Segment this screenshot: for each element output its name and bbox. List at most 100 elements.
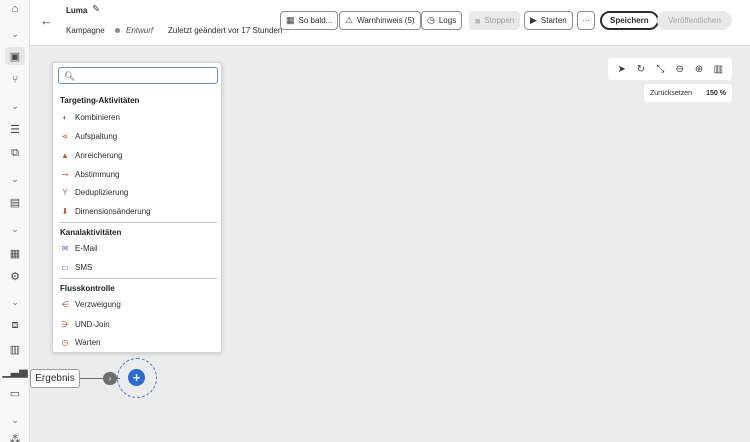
schedule-button[interactable]: ▦ So bald...	[280, 11, 339, 30]
split-icon: ⋖	[61, 131, 69, 141]
settings-icon[interactable]: ⚙	[5, 267, 25, 285]
section-divider	[58, 222, 218, 223]
publish-button[interactable]: Veröffentlichen	[657, 11, 732, 30]
zoom-control: Zurücksetzen 150 %	[644, 84, 732, 102]
section-title-flow-control: Flusskontrolle	[60, 284, 115, 293]
channels-icon[interactable]: ▭	[5, 384, 25, 402]
chevron-down-icon[interactable]: ⌄	[5, 293, 25, 311]
home-icon[interactable]: ⌂	[5, 0, 25, 18]
activity-label: Aufspaltung	[75, 131, 118, 141]
activity-label: Verzweigung	[75, 299, 121, 309]
activity-label: Dimensionsänderung	[75, 206, 151, 216]
content-icon[interactable]: ☰	[5, 120, 25, 138]
section-title-channels: Kanalaktivitäten	[60, 228, 122, 237]
chevron-down-icon[interactable]: ⌄	[5, 25, 25, 43]
combine-icon: ◐	[62, 112, 68, 122]
last-modified-label: Zuletzt geändert vor 17 Stunden	[168, 26, 283, 35]
activity-label: Kombinieren	[75, 112, 120, 122]
select-pointer-icon[interactable]: ➤	[613, 64, 631, 75]
publish-button-label: Veröffentlichen	[668, 16, 721, 25]
activity-search[interactable]: 🔍︎	[58, 67, 218, 84]
and-join-icon: ⋺	[61, 319, 69, 329]
save-button[interactable]: Speichern	[600, 11, 659, 30]
canvas-toolbar: ➤ ↻ ⤡ ⊖ ⊕ ▥	[608, 58, 732, 80]
search-input[interactable]	[77, 69, 213, 82]
fork-icon: ⋲	[61, 299, 69, 309]
activity-dimension-change[interactable]: ⬇ Dimensionsänderung	[60, 204, 151, 218]
activity-label: Deduplizierung	[75, 187, 129, 197]
section-title-targeting: Targeting-Aktivitäten	[60, 96, 140, 105]
admin-icon[interactable]: ⁂	[5, 430, 25, 442]
sms-icon: ▭	[61, 262, 69, 272]
pencil-icon[interactable]: ✎	[92, 4, 100, 15]
chevron-down-icon[interactable]: ⌄	[5, 411, 25, 429]
activity-label: Anreicherung	[75, 150, 123, 160]
activity-wait[interactable]: ◷ Warten	[60, 335, 101, 349]
wait-icon: ◷	[61, 337, 69, 347]
activity-deduplication[interactable]: Y Deduplizierung	[60, 185, 128, 199]
assets-icon[interactable]: ⧉	[5, 144, 25, 162]
activity-split[interactable]: ⋖ Aufspaltung	[60, 129, 118, 143]
schemas-icon[interactable]: ▦	[5, 244, 25, 262]
warnings-button[interactable]: ⚠ Warnhinweis (5)	[339, 11, 421, 30]
chevron-down-icon[interactable]: ⌄	[5, 170, 25, 188]
data-icon[interactable]: ⧈	[5, 316, 25, 334]
section-divider	[58, 278, 218, 279]
alert-icon: ⚠	[345, 15, 354, 25]
left-nav-rail: ⌂ ⌄ ▣ ⑂ ⌄ ☰ ⧉ ⌄ ▤ ⌄ ▦ ⚙ ⌄ ⧈ ▥ ▁▃▅ ▭ ⌄ ⁂	[0, 0, 30, 442]
back-arrow-icon[interactable]: ←	[40, 13, 53, 28]
chevron-down-icon[interactable]: ⌄	[5, 220, 25, 238]
analytics-icon[interactable]: ▁▃▅	[2, 362, 27, 380]
object-type-label: Kampagne	[66, 26, 105, 35]
reconciliation-icon: ⊸	[61, 169, 69, 179]
activity-reconciliation[interactable]: ⊸ Abstimmung	[60, 167, 120, 181]
activity-email[interactable]: ✉ E-Mail	[60, 241, 98, 255]
more-icon: ···	[582, 16, 590, 25]
activity-label: SMS	[75, 262, 93, 272]
profiles-icon[interactable]: ▤	[5, 193, 25, 211]
activity-and-join[interactable]: ⋺ UND-Join	[60, 317, 110, 331]
minimap-icon[interactable]: ▥	[709, 64, 727, 75]
campaigns-icon[interactable]: ▣	[5, 47, 25, 65]
more-actions-button[interactable]: ···	[577, 11, 595, 30]
activity-enrichment[interactable]: ▲ Anreicherung	[60, 148, 123, 162]
dimension-change-icon: ⬇	[61, 206, 69, 216]
deduplication-icon: Y	[62, 187, 68, 197]
activity-label: UND-Join	[75, 319, 110, 329]
activity-label: E-Mail	[75, 243, 98, 253]
chevron-right-icon[interactable]: ›	[103, 372, 117, 385]
rotate-icon[interactable]: ↻	[632, 64, 650, 75]
activity-label: Warten	[75, 337, 101, 347]
start-button-label: Starten	[540, 16, 567, 25]
enrichment-icon: ▲	[61, 150, 69, 160]
schedule-button-label: So bald...	[298, 16, 333, 25]
play-icon: ▶	[530, 15, 537, 25]
activity-fork[interactable]: ⋲ Verzweigung	[60, 297, 121, 311]
logs-button-label: Logs	[438, 16, 457, 25]
stop-icon: ■	[475, 15, 481, 26]
logs-button[interactable]: ◷ Logs	[421, 11, 463, 30]
activity-sms[interactable]: ▭ SMS	[60, 260, 92, 274]
status-dot-icon	[115, 28, 120, 33]
collapse-icon[interactable]: ⤡	[651, 64, 669, 75]
stop-button[interactable]: ■ Stoppen	[469, 11, 521, 30]
result-node[interactable]: Ergebnis	[30, 369, 80, 388]
zoom-out-icon[interactable]: ⊖	[671, 64, 689, 75]
calendar-icon: ▦	[286, 15, 295, 25]
save-button-label: Speichern	[610, 16, 649, 25]
start-button[interactable]: ▶ Starten	[524, 11, 573, 30]
zoom-in-icon[interactable]: ⊕	[690, 64, 708, 75]
activity-label: Abstimmung	[75, 169, 120, 179]
add-activity-icon[interactable]: +	[128, 369, 145, 386]
status-label: Entwurf	[126, 26, 154, 35]
zoom-level: 150 %	[706, 89, 726, 97]
journeys-icon[interactable]: ⑂	[5, 71, 25, 89]
search-icon: 🔍︎	[64, 71, 76, 81]
email-icon: ✉	[61, 243, 69, 253]
reports-icon[interactable]: ▥	[5, 340, 25, 358]
warnings-button-label: Warnhinweis (5)	[357, 16, 415, 25]
transition-line	[80, 378, 104, 379]
chevron-down-icon[interactable]: ⌄	[5, 97, 25, 115]
reset-zoom-button[interactable]: Zurücksetzen	[650, 90, 692, 97]
activity-combine[interactable]: ◐ Kombinieren	[60, 110, 120, 124]
